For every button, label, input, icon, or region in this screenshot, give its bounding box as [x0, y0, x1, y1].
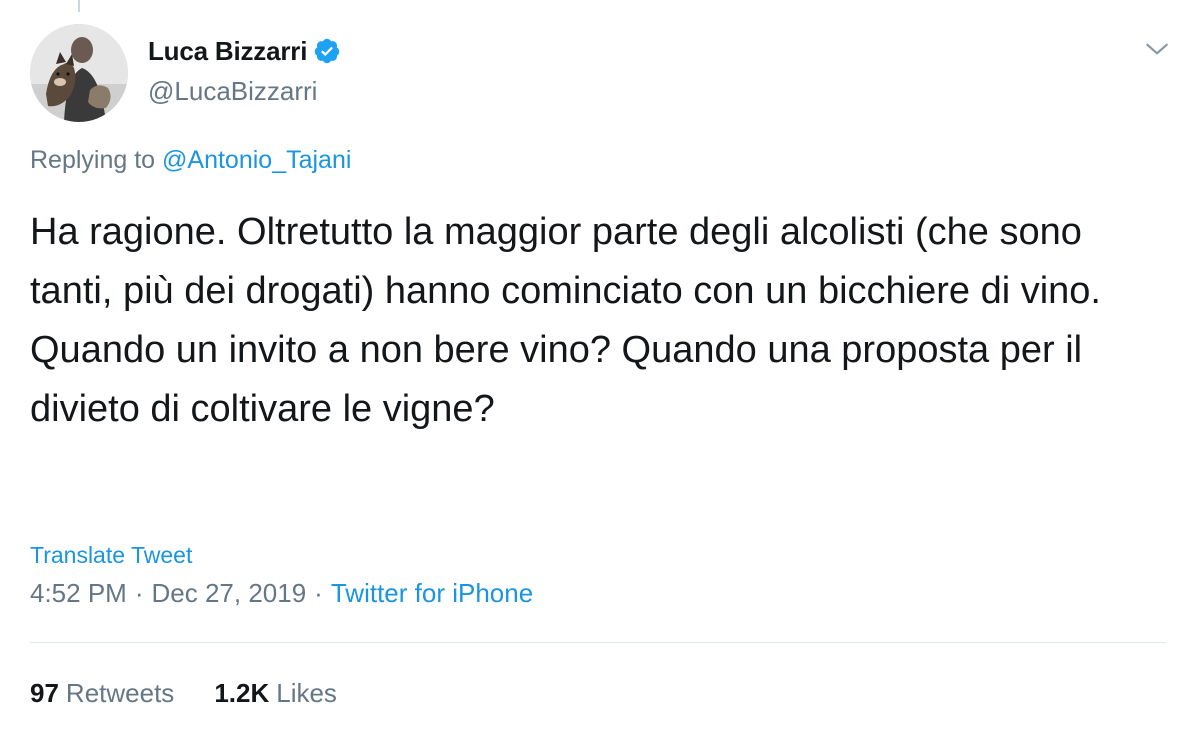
likes-count: 1.2K — [214, 678, 270, 708]
retweets-count: 97 — [30, 678, 59, 708]
likes-stat[interactable]: 1.2K Likes — [214, 678, 337, 709]
replying-to-label: Replying to — [30, 146, 163, 174]
replying-to-line: Replying to @Antonio_Tajani — [30, 146, 351, 175]
tweet-date[interactable]: Dec 27, 2019 — [152, 578, 307, 609]
likes-label: Likes — [276, 678, 337, 708]
tweet-time[interactable]: 4:52 PM — [30, 578, 127, 609]
reply-target-handle-link[interactable]: @Antonio_Tajani — [162, 146, 351, 174]
tweet-metadata: 4:52 PM · Dec 27, 2019 · Twitter for iPh… — [30, 578, 533, 609]
avatar-image — [30, 24, 128, 122]
retweets-stat[interactable]: 97 Retweets — [30, 678, 174, 709]
author-name-row[interactable]: Luca Bizzarri — [148, 34, 341, 68]
retweets-label: Retweets — [65, 678, 175, 708]
author-display-name[interactable]: Luca Bizzarri — [148, 36, 307, 67]
avatar[interactable] — [30, 24, 128, 122]
tweet-card: Luca Bizzarri @LucaBizzarri Replying to … — [0, 0, 1198, 740]
meta-separator: · — [134, 578, 144, 608]
author-handle[interactable]: @LucaBizzarri — [148, 76, 317, 107]
verified-badge-icon — [314, 38, 340, 64]
tweet-text: Ha ragione. Oltretutto la maggior parte … — [30, 211, 1101, 430]
tweet-source-link[interactable]: Twitter for iPhone — [331, 578, 533, 609]
chevron-down-icon[interactable] — [1144, 36, 1170, 62]
divider — [30, 642, 1166, 643]
tweet-stats: 97 Retweets 1.2K Likes — [30, 678, 377, 709]
translate-tweet-link[interactable]: Translate Tweet — [30, 542, 192, 569]
thread-connector-line — [78, 0, 80, 12]
meta-separator: · — [314, 578, 323, 608]
